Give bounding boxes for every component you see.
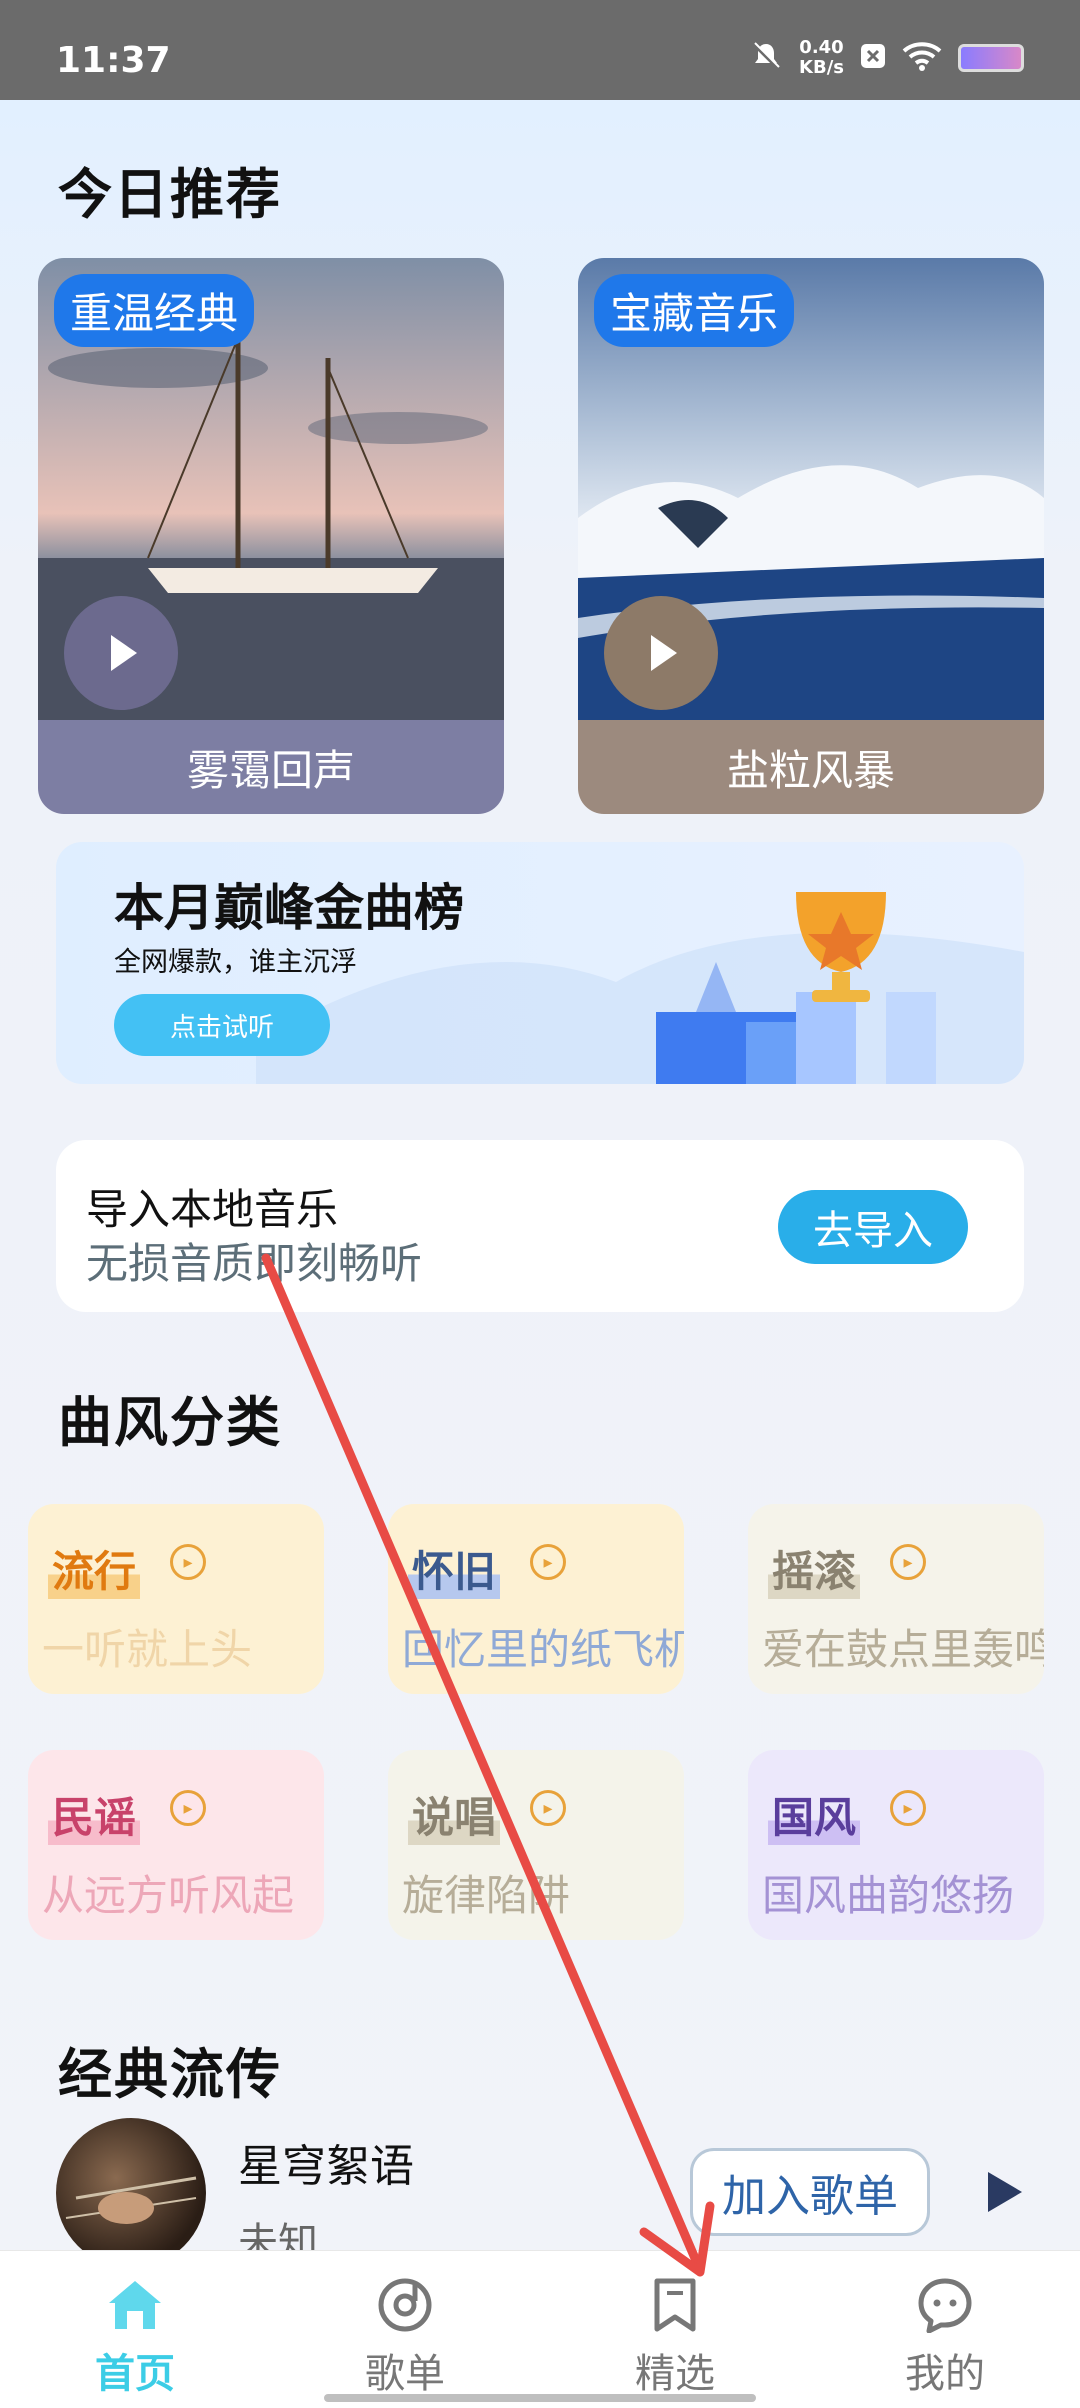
genre-card-nostalgia[interactable]: 怀旧 ▸ 回忆里的纸飞机	[388, 1504, 684, 1694]
disc-icon	[373, 2273, 437, 2337]
genre-desc: 旋律陷阱	[402, 1871, 571, 1920]
play-button[interactable]	[64, 596, 178, 710]
genre-card-rock[interactable]: 摇滚 ▸ 爱在鼓点里轰鸣	[748, 1504, 1044, 1694]
genre-desc: 一听就上头	[42, 1625, 253, 1674]
genre-card-pop[interactable]: 流行 ▸ 一听就上头	[28, 1504, 324, 1694]
listen-button[interactable]: 点击试听	[114, 994, 330, 1056]
tab-label: 首页	[95, 2351, 175, 2397]
chat-face-icon	[913, 2273, 977, 2337]
genre-card-folk[interactable]: 民谣 ▸ 从远方听风起	[28, 1750, 324, 1940]
chevron-right-icon: ▸	[170, 1790, 206, 1826]
chevron-right-icon: ▸	[890, 1544, 926, 1580]
genre-card-guofeng[interactable]: 国风 ▸ 国风曲韵悠扬	[748, 1750, 1044, 1940]
card-label: 雾霭回声	[38, 720, 504, 814]
tab-label: 我的	[905, 2351, 985, 2397]
banner-title: 本月巅峰金曲榜	[114, 879, 464, 937]
play-button[interactable]	[604, 596, 718, 710]
tab-label: 歌单	[365, 2351, 445, 2397]
chevron-right-icon: ▸	[530, 1790, 566, 1826]
chevron-right-icon: ▸	[530, 1544, 566, 1580]
play-icon[interactable]	[988, 2172, 1022, 2212]
home-indicator	[324, 2394, 756, 2402]
card-tag: 重温经典	[54, 274, 255, 347]
status-icons: 0.40 KB/s	[749, 38, 1024, 78]
genre-desc: 从远方听风起	[42, 1871, 295, 1920]
chart-banner[interactable]: 本月巅峰金曲榜 全网爆款，谁主沉浮 点击试听	[56, 842, 1024, 1084]
banner-subtitle: 全网爆款，谁主沉浮	[114, 947, 357, 978]
wifi-icon	[902, 41, 942, 75]
genre-desc: 国风曲韵悠扬	[762, 1871, 1015, 1920]
go-import-button[interactable]: 去导入	[778, 1190, 968, 1264]
bookmark-icon	[643, 2273, 707, 2337]
tab-label: 精选	[635, 2351, 715, 2397]
bottom-tab-bar: 首页 歌单 精选 我的	[0, 2250, 1080, 2408]
play-icon	[111, 635, 137, 671]
tab-home[interactable]: 首页	[0, 2251, 270, 2408]
tab-playlists[interactable]: 歌单	[270, 2251, 540, 2408]
battery-icon	[958, 44, 1024, 72]
chevron-right-icon: ▸	[170, 1544, 206, 1580]
import-title: 导入本地音乐	[86, 1185, 339, 1234]
status-time: 11:37	[56, 40, 171, 81]
tab-featured[interactable]: 精选	[540, 2251, 810, 2408]
genre-name: 流行	[48, 1538, 141, 1599]
status-bar: 11:37 0.40 KB/s	[0, 0, 1080, 100]
home-icon	[103, 2273, 167, 2337]
add-to-playlist-button[interactable]: 加入歌单	[690, 2148, 930, 2236]
song-row[interactable]: 星穹絮语 未知 加入歌单	[0, 2110, 1080, 2268]
import-local-music-card[interactable]: 导入本地音乐 无损音质即刻畅听 去导入	[56, 1140, 1024, 1312]
genre-desc: 回忆里的纸飞机	[402, 1625, 684, 1674]
import-subtitle: 无损音质即刻畅听	[86, 1239, 423, 1288]
genre-card-rap[interactable]: 说唱 ▸ 旋律陷阱	[388, 1750, 684, 1940]
card-tag: 宝藏音乐	[594, 274, 795, 347]
genre-desc: 爱在鼓点里轰鸣	[762, 1625, 1044, 1674]
genre-name: 说唱	[408, 1784, 501, 1845]
chevron-right-icon: ▸	[890, 1790, 926, 1826]
classic-title: 经典流传	[58, 2043, 282, 2106]
recommend-card-1[interactable]: 重温经典 雾霭回声	[38, 258, 504, 814]
genres-title: 曲风分类	[58, 1391, 282, 1454]
network-speed: 0.40 KB/s	[799, 37, 844, 78]
notification-app-icon	[860, 43, 886, 73]
song-cover	[56, 2118, 206, 2268]
recommend-card-2[interactable]: 宝藏音乐 盐粒风暴	[578, 258, 1044, 814]
card-label: 盐粒风暴	[578, 720, 1044, 814]
tab-mine[interactable]: 我的	[810, 2251, 1080, 2408]
genre-name: 怀旧	[408, 1538, 501, 1599]
genre-name: 民谣	[48, 1784, 141, 1845]
song-title: 星穹絮语	[238, 2141, 414, 2192]
genre-name: 国风	[768, 1784, 861, 1845]
genre-name: 摇滚	[768, 1538, 861, 1599]
mute-bell-icon	[749, 39, 783, 77]
play-icon	[651, 635, 677, 671]
today-title: 今日推荐	[58, 163, 282, 226]
